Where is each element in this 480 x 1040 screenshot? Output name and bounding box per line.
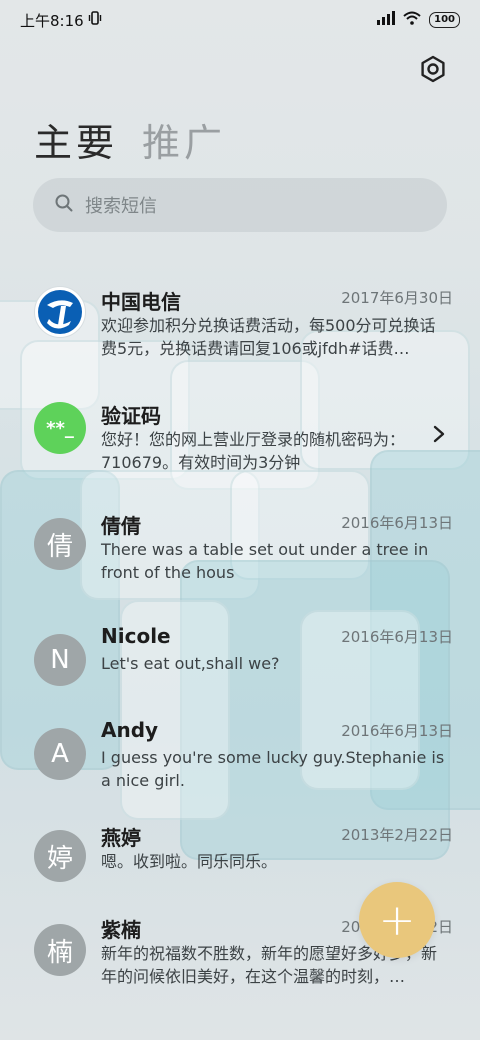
avatar-label: **_ — [46, 417, 74, 439]
status-bar: 上午8:16 100 — [0, 0, 480, 40]
sender-name: Andy — [101, 718, 159, 742]
message-date: 2016年6月13日 — [341, 514, 453, 532]
message-date: 2016年6月13日 — [341, 722, 453, 740]
china-telecom-logo — [34, 286, 86, 338]
settings-button[interactable] — [414, 52, 452, 90]
list-item[interactable]: **_ 验证码 您好！您的网上营业厅登录的随机密码为：710679。有效时间为3… — [0, 386, 480, 502]
avatar-label: N — [50, 645, 70, 675]
avatar-label: 倩 — [46, 531, 73, 562]
sender-name: Nicole — [101, 624, 171, 648]
verification-code-avatar: **_ — [34, 402, 86, 454]
tab-promotions[interactable]: 推广 — [142, 112, 226, 167]
avatar-label: A — [51, 739, 69, 769]
avatar: N — [34, 634, 86, 686]
avatar: 婷 — [34, 830, 86, 882]
chevron-right-icon[interactable] — [432, 424, 446, 448]
message-preview: 嗯。收到啦。同乐同乐。 — [101, 852, 278, 871]
status-time: 上午8:16 — [20, 11, 84, 30]
message-preview: 欢迎参加积分兑换话费活动，每500分可兑换话费5元，兑换话费请回复106或jfd… — [101, 316, 436, 358]
list-item[interactable]: N Nicole 2016年6月13日 Let's eat out,shall … — [0, 618, 480, 714]
sender-name: 燕婷 — [101, 826, 141, 850]
search-input[interactable]: 搜索短信 — [33, 178, 447, 232]
list-item[interactable]: A Andy 2016年6月13日 I guess you're some lu… — [0, 714, 480, 820]
tab-primary[interactable]: 主要 — [34, 112, 118, 167]
gear-icon — [419, 55, 447, 87]
avatar: 楠 — [34, 924, 86, 976]
sender-name: 中国电信 — [101, 290, 181, 314]
message-date: 2013年2月22日 — [341, 826, 453, 844]
list-item[interactable]: 中国电信 2017年6月30日 欢迎参加积分兑换话费活动，每500分可兑换话费5… — [0, 270, 480, 386]
avatar-label: 婷 — [46, 843, 73, 874]
battery-icon: 100 — [429, 12, 460, 28]
compose-button[interactable]: + — [359, 882, 435, 958]
avatar: A — [34, 728, 86, 780]
message-preview: There was a table set out under a tree i… — [101, 540, 429, 582]
sender-name: 倩倩 — [101, 514, 141, 538]
sender-name: 紫楠 — [101, 918, 141, 942]
sender-name: 验证码 — [101, 404, 161, 428]
message-preview: Let's eat out,shall we? — [101, 654, 280, 673]
signal-icon — [377, 11, 396, 29]
search-icon — [55, 194, 73, 216]
search-placeholder: 搜索短信 — [85, 196, 157, 217]
message-preview: 您好！您的网上营业厅登录的随机密码为：710679。有效时间为3分钟 — [101, 430, 406, 472]
wifi-icon — [403, 11, 421, 29]
list-item[interactable]: 倩 倩倩 2016年6月13日 There was a table set ou… — [0, 502, 480, 618]
message-date: 2016年6月13日 — [341, 628, 453, 646]
vibrate-icon — [88, 11, 102, 29]
message-date: 2017年6月30日 — [341, 289, 453, 307]
plus-icon: + — [378, 894, 416, 946]
tab-bar: 主要 推广 — [34, 112, 226, 167]
avatar-label: 楠 — [46, 937, 73, 968]
message-preview: I guess you're some lucky guy.Stephanie … — [101, 748, 445, 790]
avatar: 倩 — [34, 518, 86, 570]
